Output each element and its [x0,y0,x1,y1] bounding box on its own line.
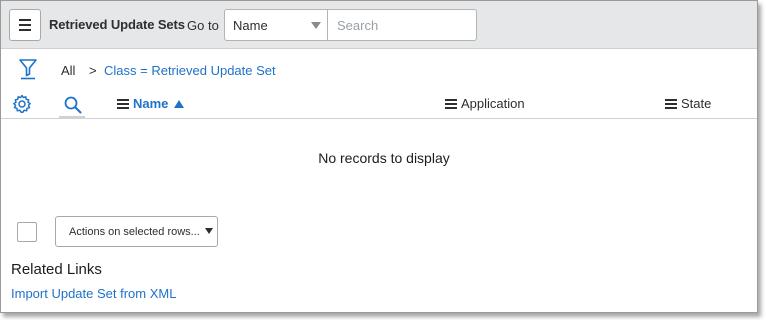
chevron-down-icon [311,22,321,29]
list-menu-button[interactable] [9,9,41,41]
gear-icon[interactable] [12,94,32,114]
goto-label: Go to [187,18,219,33]
search-input[interactable] [327,9,477,41]
column-header-application-label: Application [461,96,525,111]
list-header-bar: Retrieved Update Sets Go to Name [1,1,757,49]
column-menu-icon[interactable] [665,98,677,109]
list-window: Retrieved Update Sets Go to Name All > C… [0,0,758,313]
related-links-title: Related Links [11,261,102,278]
column-menu-icon[interactable] [445,98,457,109]
actions-select-label: Actions on selected rows... [69,226,200,238]
hamburger-icon [19,19,31,21]
empty-list-message: No records to display [318,150,450,166]
goto-field-value: Name [233,18,268,33]
select-all-checkbox[interactable] [17,222,37,242]
breadcrumb-condition[interactable]: Class = Retrieved Update Set [104,63,276,78]
actions-select[interactable]: Actions on selected rows... [55,216,218,247]
breadcrumb-separator: > [89,63,97,78]
list-title: Retrieved Update Sets [49,17,185,32]
column-header-application[interactable]: Application [445,96,525,111]
column-header-row [1,89,757,119]
column-header-state-label: State [681,96,712,111]
search-icon[interactable] [63,95,83,115]
funnel-icon[interactable] [18,58,38,80]
breadcrumb-all[interactable]: All [61,63,75,78]
import-update-set-link[interactable]: Import Update Set from XML [11,286,176,301]
column-menu-icon[interactable] [117,98,129,109]
chevron-down-icon [205,228,213,234]
column-header-state[interactable]: State [665,96,711,111]
sort-ascending-icon [174,99,185,108]
column-header-name-label: Name [133,96,169,111]
column-header-name[interactable]: Name [117,96,185,111]
search-toggle-indicator [59,116,85,118]
